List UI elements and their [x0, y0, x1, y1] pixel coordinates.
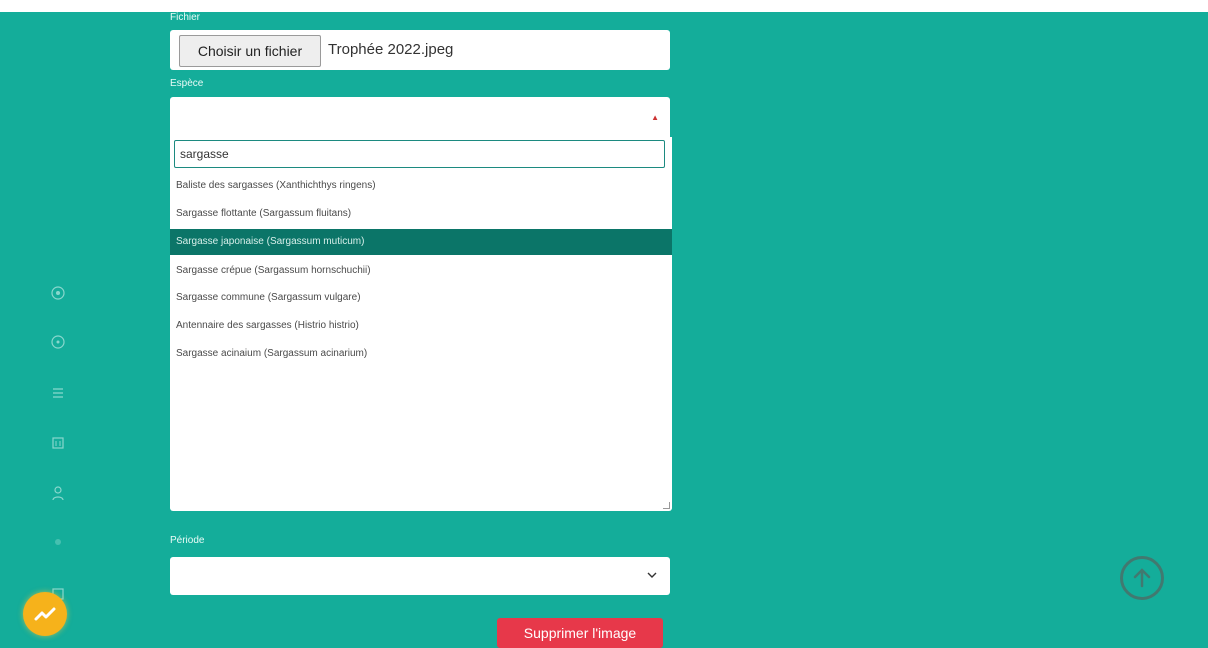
home-icon[interactable]: [50, 285, 66, 301]
menu-icon[interactable]: [50, 385, 66, 401]
calendar-icon[interactable]: [50, 435, 66, 451]
species-label: Espèce: [170, 78, 204, 89]
period-select[interactable]: [170, 557, 670, 595]
species-option[interactable]: Sargasse crépue (Sargassum hornschuchii): [170, 258, 672, 284]
species-option[interactable]: Sargasse flottante (Sargassum fluitans): [170, 201, 672, 227]
species-option[interactable]: Antennaire des sargasses (Histrio histri…: [170, 313, 672, 339]
period-label: Période: [170, 535, 205, 546]
file-input[interactable]: Choisir un fichier Trophée 2022.jpeg: [170, 30, 670, 70]
caret-up-icon: ▲: [651, 113, 659, 122]
species-option[interactable]: Sargasse acinaium (Sargassum acinarium): [170, 341, 672, 367]
info-icon[interactable]: [50, 534, 66, 550]
sidebar: [0, 12, 120, 640]
file-label: Fichier: [170, 12, 201, 23]
user-icon[interactable]: [50, 485, 66, 501]
avatar[interactable]: [23, 592, 67, 636]
file-name: Trophée 2022.jpeg: [328, 41, 454, 58]
chevron-down-icon: [647, 572, 657, 578]
species-option[interactable]: Baliste des sargasses (Xanthichthys ring…: [170, 173, 672, 199]
compass-icon[interactable]: [50, 334, 66, 350]
species-search-input[interactable]: [174, 140, 665, 168]
delete-image-button[interactable]: Supprimer l'image: [497, 618, 663, 648]
arrow-up-icon: [1133, 568, 1151, 588]
species-dropdown: Baliste des sargasses (Xanthichthys ring…: [170, 137, 672, 511]
top-strip: [0, 0, 1208, 12]
species-option[interactable]: Sargasse commune (Sargassum vulgare): [170, 285, 672, 311]
resize-handle[interactable]: [663, 502, 670, 509]
scroll-top-button[interactable]: [1120, 556, 1164, 600]
species-option-selected[interactable]: Sargasse japonaise (Sargassum muticum): [170, 229, 672, 255]
species-select[interactable]: ▲: [170, 97, 670, 137]
choose-file-button[interactable]: Choisir un fichier: [179, 35, 321, 67]
